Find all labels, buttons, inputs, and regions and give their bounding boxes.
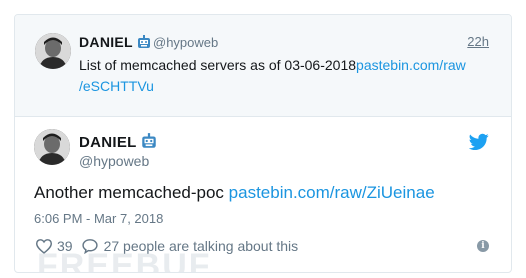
robot-icon xyxy=(136,35,152,52)
avatar-photo-icon xyxy=(35,33,71,69)
avatar[interactable] xyxy=(34,129,70,165)
tweet-body: Another memcached-poc xyxy=(34,183,224,202)
comment-icon xyxy=(81,239,98,254)
tweet-text: Another memcached-poc pastebin.com/raw/Z… xyxy=(34,183,435,203)
tweet-link[interactable]: pastebin.com/raw/ZiUeinae xyxy=(229,183,435,202)
info-icon[interactable]: i xyxy=(477,240,489,252)
tweet-timestamp[interactable]: 22h xyxy=(467,34,489,49)
like-count: 39 xyxy=(57,238,73,254)
avatar[interactable] xyxy=(35,33,71,69)
heart-icon xyxy=(35,239,53,254)
talking-count: 27 people are talking about this xyxy=(103,238,299,254)
tweet-embed-card: DANIEL @hypoweb 22h List of memcached se… xyxy=(14,14,512,273)
conversation-link[interactable]: 27 people are talking about this xyxy=(81,238,299,254)
author-handle[interactable]: @hypoweb xyxy=(79,153,149,169)
robot-icon xyxy=(140,133,158,153)
author-handle[interactable]: @hypoweb xyxy=(153,35,218,50)
tweet-actions: 39 27 people are talking about this xyxy=(35,236,298,256)
avatar-photo-icon xyxy=(34,129,70,165)
author-name[interactable]: DANIEL xyxy=(79,133,158,153)
twitter-bird-icon[interactable] xyxy=(469,133,489,151)
tweet-text: List of memcached servers as of 03-06-20… xyxy=(79,57,357,73)
author-name[interactable]: DANIEL xyxy=(79,34,152,52)
quoted-tweet[interactable]: DANIEL @hypoweb 22h List of memcached se… xyxy=(15,15,511,117)
quoted-tweet-text: List of memcached servers as of 03-06-20… xyxy=(79,55,489,97)
like-button[interactable]: 39 xyxy=(35,238,73,254)
tweet-date[interactable]: 6:06 PM - Mar 7, 2018 xyxy=(34,211,163,226)
